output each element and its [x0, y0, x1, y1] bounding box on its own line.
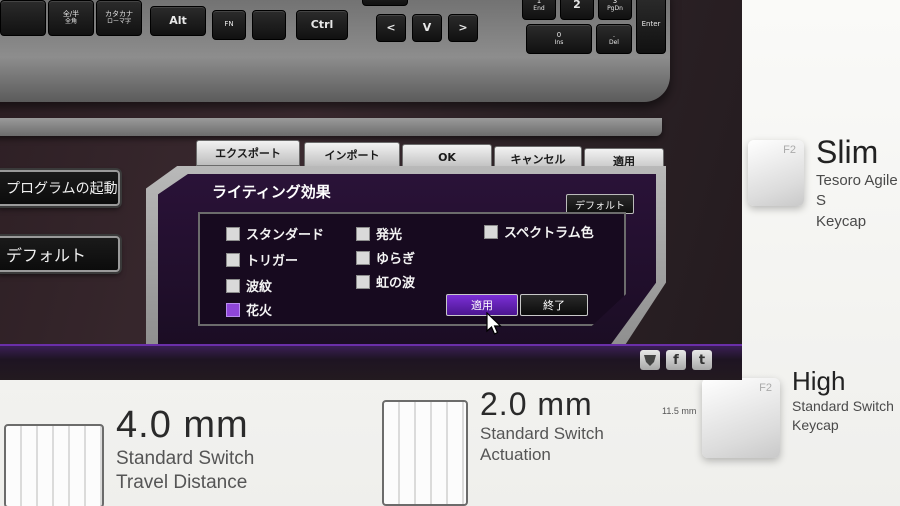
option-rainbow-wave[interactable]: 虹の波	[356, 272, 415, 291]
checkbox-breathing[interactable]	[356, 250, 370, 265]
option-rainbow-wave-label: 虹の波	[376, 276, 416, 291]
app-footer-strip	[0, 344, 742, 380]
checkbox-glow[interactable]	[356, 226, 370, 241]
option-glow-label: 発光	[376, 228, 403, 243]
key-ins-label: Ins	[554, 38, 564, 46]
lighting-apply-button[interactable]: 適用	[446, 294, 518, 316]
option-trigger[interactable]: トリガー	[226, 250, 298, 269]
option-fireworks[interactable]: 花火	[226, 300, 272, 319]
high-keycap-image: F2	[702, 378, 780, 458]
launch-program-button[interactable]: プログラムの起動	[0, 170, 120, 206]
high-spec: High Standard Switch Keycap	[792, 366, 894, 435]
default-profile-button[interactable]: デフォルト	[0, 236, 120, 272]
dimension-label: 11.5 mm	[662, 406, 697, 416]
actuation-subtitle-1: Standard Switch	[480, 424, 604, 443]
slim-subtitle-2: Keycap	[816, 212, 867, 230]
actuation-switch-diagram	[382, 400, 468, 506]
option-breathing-label: ゆらぎ	[376, 252, 416, 267]
keycap-legend-high: F2	[759, 382, 772, 394]
arrow-left-key[interactable]: <	[376, 14, 406, 42]
key-enter[interactable]: Enter	[636, 0, 666, 54]
mouse-cursor-icon	[486, 312, 502, 335]
option-breathing[interactable]: ゆらぎ	[356, 248, 415, 267]
high-subtitle-2: Keycap	[792, 416, 839, 433]
key-zenkaku[interactable]: 全/半 全角	[48, 0, 94, 36]
slim-subtitle-1: Tesoro Agile S	[816, 172, 898, 210]
key-katakana-sub: ローマ字	[106, 17, 131, 25]
export-tab[interactable]: エクスポート	[196, 140, 300, 166]
keyboard-shelf	[0, 118, 662, 136]
slim-title: Slim	[816, 134, 879, 170]
checkbox-spectrum[interactable]	[484, 224, 498, 239]
travel-subtitle-1: Standard Switch	[116, 448, 255, 469]
keyboard-graphic: 全/半 全角 カタカナ ローマ字 Alt FN Ctrl < V > 1 End…	[0, 0, 670, 102]
key-blank-3[interactable]	[362, 0, 408, 6]
travel-subtitle-2: Travel Distance	[116, 471, 248, 493]
key-end[interactable]: 1 End	[522, 0, 556, 20]
twitter-icon[interactable]: t	[692, 350, 712, 370]
option-glow[interactable]: 発光	[356, 224, 402, 243]
keyboard-software-window: 全/半 全角 カタカナ ローマ字 Alt FN Ctrl < V > 1 End…	[0, 0, 742, 380]
key-fn[interactable]: FN	[212, 10, 246, 40]
slim-spec: Slim Tesoro Agile S Keycap	[816, 134, 900, 232]
tesoro-logo-icon[interactable]	[640, 350, 660, 370]
key-zenkaku-sub: 全角	[64, 17, 77, 25]
arrow-right-key[interactable]: >	[448, 14, 478, 42]
travel-value: 4.0 mm	[116, 404, 249, 446]
option-standard-label: スタンダード	[246, 228, 325, 243]
option-fireworks-label: 花火	[246, 304, 273, 319]
key-end-label: End	[533, 4, 545, 12]
option-spectrum-label: スペクトラム色	[504, 226, 594, 241]
key-alt[interactable]: Alt	[150, 6, 206, 36]
import-tab[interactable]: インポート	[304, 142, 400, 168]
key-dot-del[interactable]: . Del	[596, 24, 632, 54]
option-trigger-label: トリガー	[246, 254, 299, 269]
lighting-panel-title: ライティング効果	[212, 183, 331, 201]
slim-keycap-image: F2	[748, 140, 804, 206]
actuation-spec: 2.0 mm Standard Switch Actuation	[480, 386, 604, 466]
lighting-exit-button[interactable]: 終了	[520, 294, 588, 316]
travel-spec: 4.0 mm Standard Switch Travel Distance	[116, 404, 254, 495]
keycap-legend: F2	[783, 144, 796, 156]
facebook-icon[interactable]: f	[666, 350, 686, 370]
actuation-value: 2.0 mm	[480, 386, 593, 422]
key-del-label: Del	[609, 38, 619, 46]
arrow-down-key[interactable]: V	[412, 14, 442, 42]
checkbox-fireworks[interactable]	[226, 302, 240, 317]
travel-switch-diagram	[4, 424, 104, 506]
option-spectrum[interactable]: スペクトラム色	[484, 222, 594, 241]
checkbox-ripple[interactable]	[226, 278, 240, 293]
lighting-default-button[interactable]: デフォルト	[566, 194, 634, 214]
option-ripple[interactable]: 波紋	[226, 276, 272, 295]
key-2[interactable]: 2	[560, 0, 594, 20]
actuation-subtitle-2: Actuation	[480, 445, 551, 465]
checkbox-trigger[interactable]	[226, 252, 240, 267]
key-blank-1[interactable]	[0, 0, 46, 36]
option-standard[interactable]: スタンダード	[226, 224, 324, 243]
key-katakana[interactable]: カタカナ ローマ字	[96, 0, 142, 36]
high-title: High	[792, 366, 846, 396]
key-ctrl[interactable]: Ctrl	[296, 10, 348, 40]
key-blank-2[interactable]	[252, 10, 286, 40]
key-pgdn-label: PgDn	[607, 4, 623, 12]
key-0-ins[interactable]: 0 Ins	[526, 24, 592, 54]
option-ripple-label: 波紋	[246, 280, 273, 295]
checkbox-standard[interactable]	[226, 226, 240, 241]
high-subtitle-1: Standard Switch	[792, 398, 894, 414]
key-3-pgdn[interactable]: 3 PgDn	[598, 0, 632, 20]
shield-icon	[644, 355, 656, 366]
checkbox-rainbow-wave[interactable]	[356, 274, 370, 289]
